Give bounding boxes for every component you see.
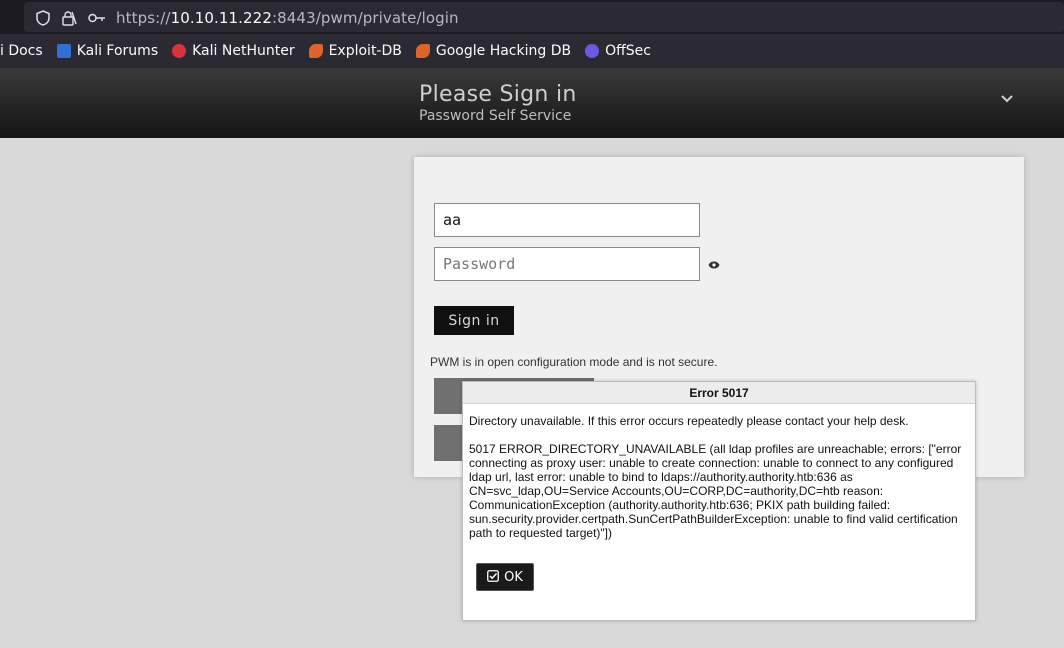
- offsec-icon: [585, 44, 600, 58]
- config-mode-warning: PWM is in open configuration mode and is…: [430, 355, 718, 369]
- kali-forums-icon: [56, 44, 71, 58]
- bookmark-label: Exploit-DB: [328, 43, 402, 59]
- address-bar[interactable]: https://10.10.11.222:8443/pwm/private/lo…: [24, 2, 1064, 32]
- eye-icon[interactable]: [706, 257, 722, 273]
- page-title: Please Sign in: [419, 82, 577, 107]
- browser-toolbar: https://10.10.11.222:8443/pwm/private/lo…: [0, 0, 1064, 34]
- password-input[interactable]: [434, 247, 700, 281]
- bookmark-google-hacking-db[interactable]: Google Hacking DB: [415, 43, 572, 59]
- dialog-title: Error 5017: [463, 382, 975, 404]
- username-input[interactable]: [434, 203, 700, 237]
- error-detail: 5017 ERROR_DIRECTORY_UNAVAILABLE (all ld…: [469, 442, 962, 540]
- checkbox-checked-icon: [487, 569, 500, 585]
- error-dialog: Error 5017 Directory unavailable. If thi…: [462, 381, 976, 621]
- url-path: :8443/pwm/private/login: [271, 9, 459, 27]
- bookmark-label: Google Hacking DB: [435, 43, 572, 59]
- sign-in-button[interactable]: Sign in: [434, 306, 514, 335]
- bookmark-offsec[interactable]: OffSec: [585, 43, 651, 59]
- ghdb-icon: [415, 44, 430, 58]
- url-host: 10.10.11.222: [170, 9, 272, 27]
- exploit-db-icon: [308, 44, 323, 58]
- ok-button[interactable]: OK: [476, 563, 534, 591]
- bookmark-label: Kali Forums: [76, 43, 159, 59]
- error-message: Directory unavailable. If this error occ…: [469, 414, 909, 428]
- key-icon[interactable]: [88, 9, 106, 27]
- dialog-body: Directory unavailable. If this error occ…: [463, 404, 975, 540]
- chevron-down-icon[interactable]: [998, 90, 1016, 108]
- bookmark-exploit-db[interactable]: Exploit-DB: [308, 43, 402, 59]
- bookmark-kali-nethunter[interactable]: Kali NetHunter: [172, 43, 295, 59]
- lock-icon[interactable]: [60, 9, 78, 27]
- bookmark-label: OffSec: [605, 43, 651, 59]
- bookmarks-bar: i Docs Kali Forums Kali NetHunter Exploi…: [0, 34, 1064, 68]
- bookmark-label: i Docs: [0, 43, 43, 59]
- ok-label: OK: [504, 569, 523, 585]
- kali-nethunter-icon: [172, 44, 187, 58]
- bookmark-docs[interactable]: i Docs: [0, 43, 43, 59]
- page-header: Please Sign in Password Self Service: [0, 68, 1064, 138]
- page-subtitle: Password Self Service: [419, 108, 572, 124]
- url-scheme: https://: [116, 9, 171, 27]
- bookmark-kali-forums[interactable]: Kali Forums: [56, 43, 159, 59]
- url-text[interactable]: https://10.10.11.222:8443/pwm/private/lo…: [116, 9, 459, 27]
- bookmark-label: Kali NetHunter: [192, 43, 295, 59]
- shield-icon[interactable]: [34, 9, 52, 27]
